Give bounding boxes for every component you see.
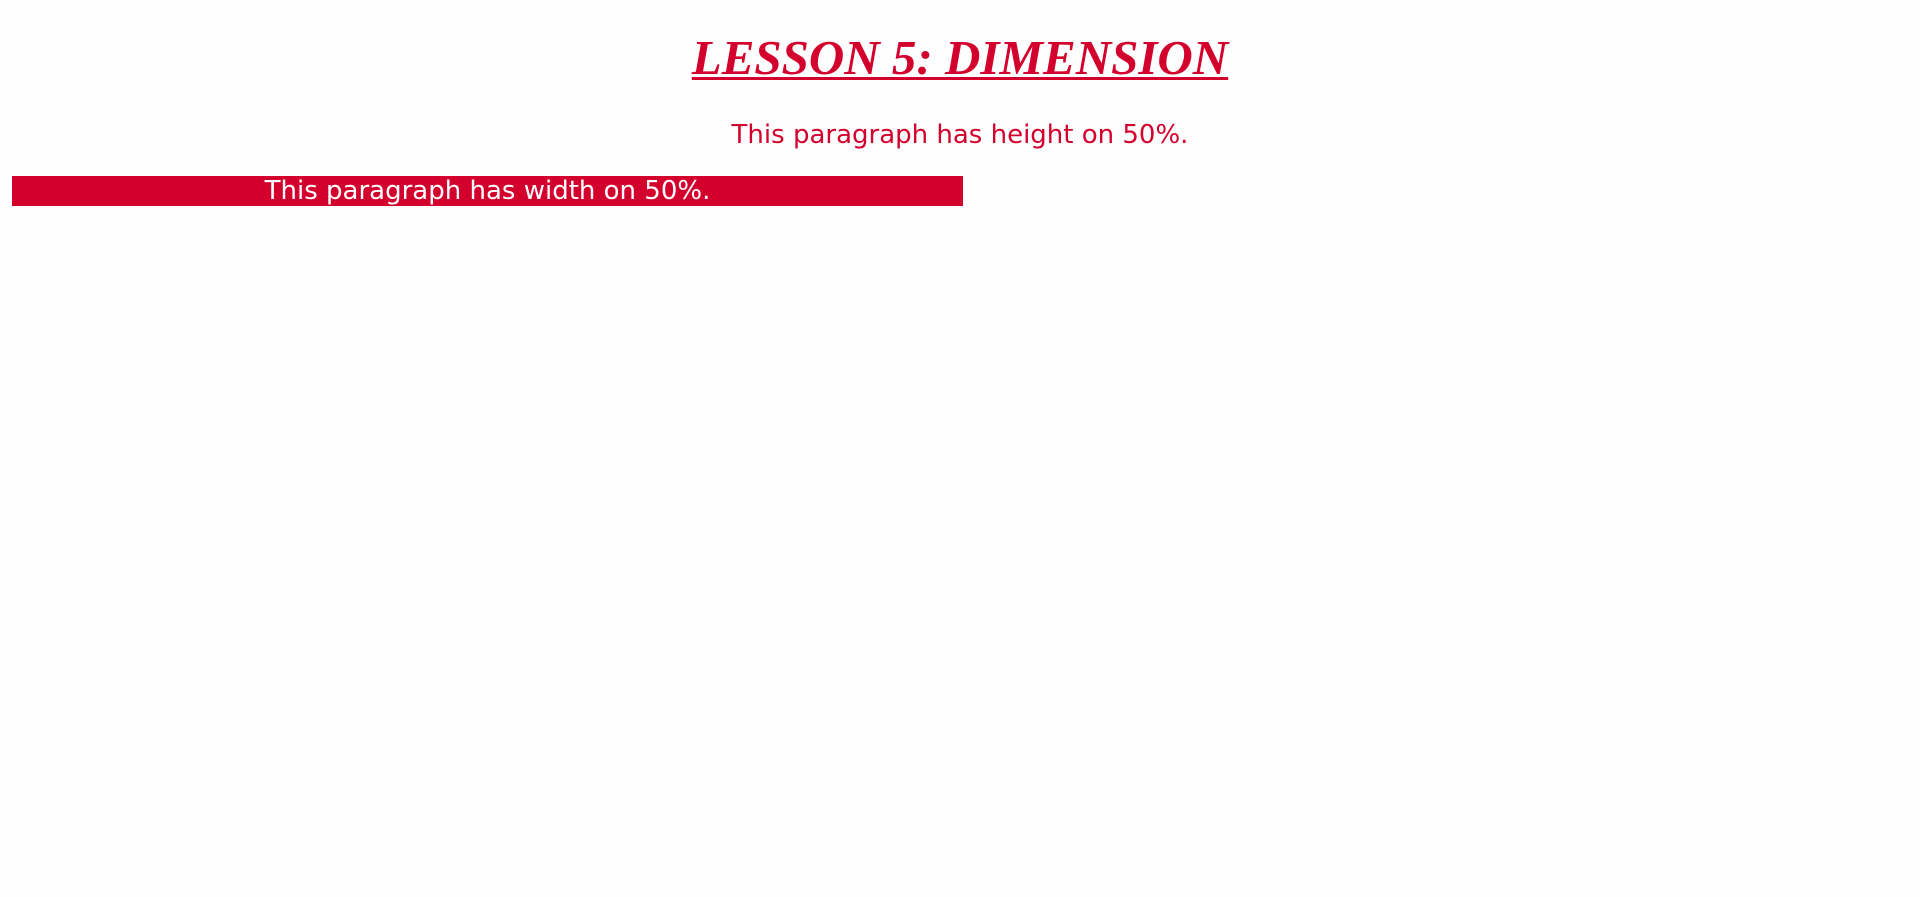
page-title: LESSON 5: DIMENSION: [691, 30, 1229, 85]
width-paragraph: This paragraph has width on 50%.: [12, 176, 963, 206]
height-paragraph: This paragraph has height on 50%.: [731, 120, 1189, 150]
